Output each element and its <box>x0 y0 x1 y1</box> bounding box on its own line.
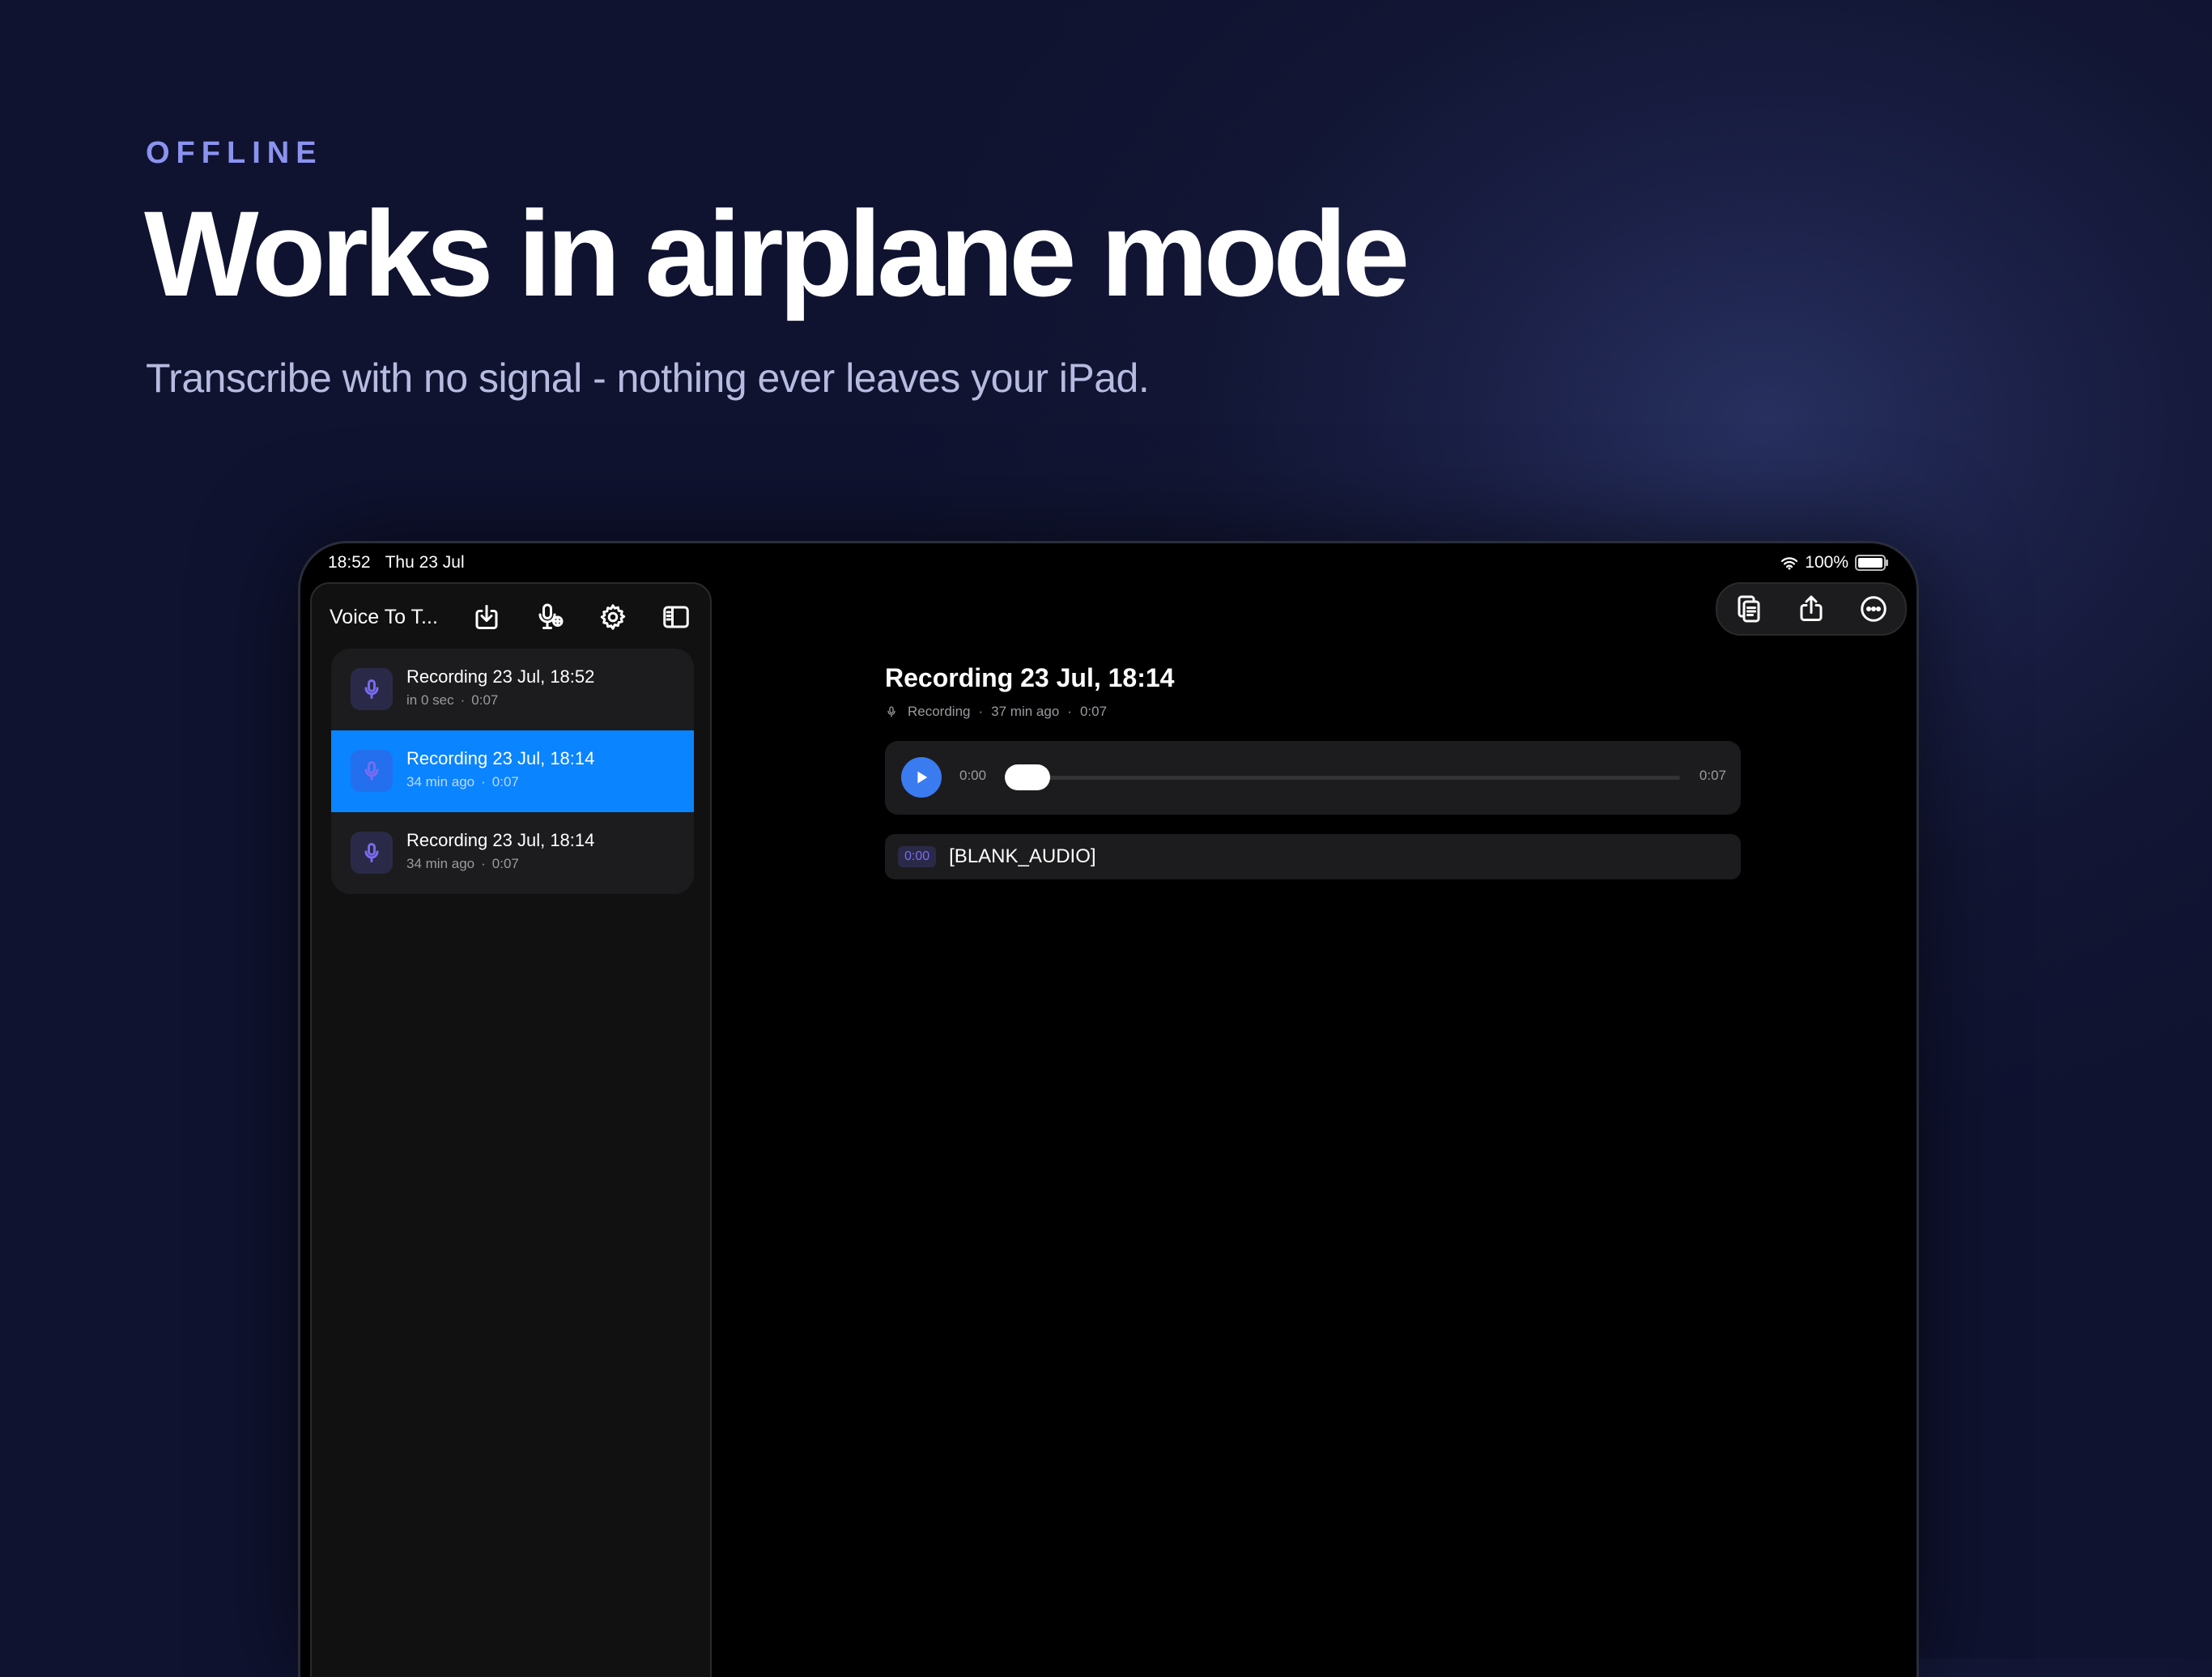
sidebar-icon <box>663 606 689 628</box>
detail-toolbar <box>1716 582 1907 636</box>
scrubber-track[interactable] <box>1005 776 1680 780</box>
share-icon <box>1800 595 1823 621</box>
recordings-list: Recording 23 Jul, 18:52 in 0 sec · 0:07 Re… <box>331 649 694 894</box>
segment-timestamp[interactable]: 0:00 <box>898 846 937 867</box>
headline: Works in airplane mode <box>144 185 1410 321</box>
recording-ago: 34 min ago <box>406 774 475 790</box>
sidebar-toggle-button[interactable] <box>660 601 692 633</box>
recording-ago: 34 min ago <box>406 856 475 871</box>
import-icon <box>475 605 498 629</box>
gear-icon <box>600 604 626 630</box>
recording-title: Recording 23 Jul, 18:52 <box>406 666 595 687</box>
status-bar-left: 18:52 Thu 23 Jul <box>328 553 479 572</box>
status-date: Thu 23 Jul <box>385 553 465 572</box>
settings-button[interactable] <box>597 601 629 633</box>
copy-icon <box>1738 595 1760 623</box>
meta-ago: 37 min ago <box>991 704 1060 719</box>
meta-type: Recording <box>908 704 971 719</box>
recording-avatar <box>351 832 393 874</box>
battery-percent: 100% <box>1805 553 1848 572</box>
app-title: Voice To T... <box>330 605 438 628</box>
share-button[interactable] <box>1795 593 1827 625</box>
sidebar: Voice To T... Recording 23 Jul, 18:52 in… <box>310 582 712 1677</box>
recording-duration: 0:07 <box>491 856 519 871</box>
mic-icon <box>364 843 379 862</box>
mic-icon <box>887 706 895 717</box>
total-time: 0:07 <box>1699 768 1726 783</box>
import-button[interactable] <box>470 601 503 633</box>
copy-button[interactable] <box>1733 593 1765 625</box>
recording-meta: 34 min ago · 0:07 <box>406 774 519 790</box>
play-button[interactable] <box>901 757 942 798</box>
ipad-frame: 18:52 Thu 23 Jul 100% Voice To T... Reco… <box>298 541 1919 1677</box>
new-recording-button[interactable] <box>534 601 566 633</box>
ellipsis-circle-icon <box>1861 596 1887 622</box>
wifi-icon <box>1781 557 1798 570</box>
mic-icon <box>364 761 379 781</box>
recording-avatar <box>351 750 393 792</box>
list-item[interactable]: Recording 23 Jul, 18:52 in 0 sec · 0:07 <box>331 649 694 730</box>
status-bar-right: 100% <box>1780 553 1888 572</box>
recording-ago: in 0 sec <box>406 692 454 708</box>
transcript-segment[interactable]: 0:00 [BLANK_AUDIO] <box>885 834 1741 879</box>
meta-duration: 0:07 <box>1079 704 1108 719</box>
current-time: 0:00 <box>959 768 987 783</box>
play-icon <box>917 771 928 784</box>
eyebrow: OFFLINE <box>146 136 323 170</box>
scrubber-thumb[interactable] <box>1005 764 1050 790</box>
recording-title: Recording 23 Jul, 18:14 <box>406 748 595 768</box>
recording-title: Recording 23 Jul, 18:14 <box>406 830 595 850</box>
sidebar-header: Voice To T... <box>330 598 697 636</box>
more-button[interactable] <box>1857 593 1890 625</box>
recording-duration: 0:07 <box>471 692 499 708</box>
recording-meta: in 0 sec · 0:07 <box>406 692 499 708</box>
recording-duration: 0:07 <box>491 774 519 790</box>
recording-detail-title: Recording 23 Jul, 18:14 <box>885 663 1175 692</box>
mic-icon <box>364 679 379 699</box>
mic-plus-icon <box>538 603 564 629</box>
subline: Transcribe with no signal - nothing ever… <box>146 355 1150 401</box>
status-time: 18:52 <box>328 553 371 572</box>
recording-meta: 34 min ago · 0:07 <box>406 856 519 871</box>
segment-text: [BLANK_AUDIO] <box>949 845 1096 867</box>
recording-avatar <box>351 668 393 710</box>
battery-icon <box>1855 555 1888 571</box>
list-item-selected[interactable]: Recording 23 Jul, 18:14 34 min ago · 0:07 <box>331 730 694 812</box>
list-item[interactable]: Recording 23 Jul, 18:14 34 min ago · 0:07 <box>331 812 694 894</box>
recording-detail-meta: Recording · 37 min ago · 0:07 <box>885 704 1107 720</box>
audio-player: 0:00 0:07 <box>885 741 1741 815</box>
